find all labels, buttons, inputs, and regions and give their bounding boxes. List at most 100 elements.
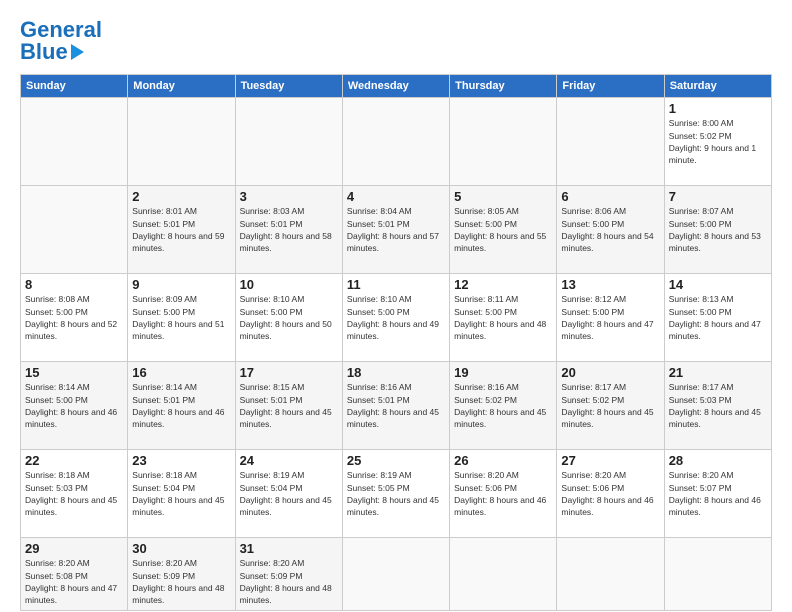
day-number: 22 bbox=[25, 453, 123, 468]
day-number: 31 bbox=[240, 541, 338, 556]
day-number: 30 bbox=[132, 541, 230, 556]
day-number: 9 bbox=[132, 277, 230, 292]
day-number: 27 bbox=[561, 453, 659, 468]
day-header-monday: Monday bbox=[128, 75, 235, 98]
calendar-cell: 26Sunrise: 8:20 AMSunset: 5:06 PMDayligh… bbox=[450, 450, 557, 538]
day-info: Sunrise: 8:13 AMSunset: 5:00 PMDaylight:… bbox=[669, 293, 767, 342]
day-info: Sunrise: 8:20 AMSunset: 5:08 PMDaylight:… bbox=[25, 557, 123, 606]
calendar-cell: 25Sunrise: 8:19 AMSunset: 5:05 PMDayligh… bbox=[342, 450, 449, 538]
day-header-thursday: Thursday bbox=[450, 75, 557, 98]
day-info: Sunrise: 8:10 AMSunset: 5:00 PMDaylight:… bbox=[347, 293, 445, 342]
day-number: 25 bbox=[347, 453, 445, 468]
day-number: 16 bbox=[132, 365, 230, 380]
day-header-tuesday: Tuesday bbox=[235, 75, 342, 98]
logo: General Blue bbox=[20, 18, 102, 64]
day-number: 26 bbox=[454, 453, 552, 468]
calendar-cell: 18Sunrise: 8:16 AMSunset: 5:01 PMDayligh… bbox=[342, 362, 449, 450]
calendar-cell bbox=[450, 538, 557, 610]
calendar-cell: 30Sunrise: 8:20 AMSunset: 5:09 PMDayligh… bbox=[128, 538, 235, 610]
calendar-cell: 21Sunrise: 8:17 AMSunset: 5:03 PMDayligh… bbox=[664, 362, 771, 450]
day-info: Sunrise: 8:12 AMSunset: 5:00 PMDaylight:… bbox=[561, 293, 659, 342]
day-info: Sunrise: 8:00 AMSunset: 5:02 PMDaylight:… bbox=[669, 117, 767, 166]
calendar-cell: 31Sunrise: 8:20 AMSunset: 5:09 PMDayligh… bbox=[235, 538, 342, 610]
day-info: Sunrise: 8:01 AMSunset: 5:01 PMDaylight:… bbox=[132, 205, 230, 254]
calendar-cell: 17Sunrise: 8:15 AMSunset: 5:01 PMDayligh… bbox=[235, 362, 342, 450]
day-header-friday: Friday bbox=[557, 75, 664, 98]
day-info: Sunrise: 8:10 AMSunset: 5:00 PMDaylight:… bbox=[240, 293, 338, 342]
day-header-saturday: Saturday bbox=[664, 75, 771, 98]
day-info: Sunrise: 8:06 AMSunset: 5:00 PMDaylight:… bbox=[561, 205, 659, 254]
calendar-cell bbox=[21, 186, 128, 274]
calendar-cell: 7Sunrise: 8:07 AMSunset: 5:00 PMDaylight… bbox=[664, 186, 771, 274]
page: General Blue SundayMondayTuesdayWednesda… bbox=[0, 0, 792, 612]
day-info: Sunrise: 8:16 AMSunset: 5:02 PMDaylight:… bbox=[454, 381, 552, 430]
day-info: Sunrise: 8:08 AMSunset: 5:00 PMDaylight:… bbox=[25, 293, 123, 342]
calendar-cell: 10Sunrise: 8:10 AMSunset: 5:00 PMDayligh… bbox=[235, 274, 342, 362]
day-info: Sunrise: 8:20 AMSunset: 5:06 PMDaylight:… bbox=[561, 469, 659, 518]
calendar-cell: 19Sunrise: 8:16 AMSunset: 5:02 PMDayligh… bbox=[450, 362, 557, 450]
calendar: SundayMondayTuesdayWednesdayThursdayFrid… bbox=[20, 74, 772, 610]
day-number: 24 bbox=[240, 453, 338, 468]
day-info: Sunrise: 8:03 AMSunset: 5:01 PMDaylight:… bbox=[240, 205, 338, 254]
day-info: Sunrise: 8:05 AMSunset: 5:00 PMDaylight:… bbox=[454, 205, 552, 254]
calendar-cell: 29Sunrise: 8:20 AMSunset: 5:08 PMDayligh… bbox=[21, 538, 128, 610]
day-number: 6 bbox=[561, 189, 659, 204]
calendar-cell: 22Sunrise: 8:18 AMSunset: 5:03 PMDayligh… bbox=[21, 450, 128, 538]
calendar-cell bbox=[235, 98, 342, 186]
day-info: Sunrise: 8:11 AMSunset: 5:00 PMDaylight:… bbox=[454, 293, 552, 342]
calendar-cell: 23Sunrise: 8:18 AMSunset: 5:04 PMDayligh… bbox=[128, 450, 235, 538]
day-info: Sunrise: 8:18 AMSunset: 5:04 PMDaylight:… bbox=[132, 469, 230, 518]
day-info: Sunrise: 8:07 AMSunset: 5:00 PMDaylight:… bbox=[669, 205, 767, 254]
day-number: 5 bbox=[454, 189, 552, 204]
day-number: 13 bbox=[561, 277, 659, 292]
day-number: 21 bbox=[669, 365, 767, 380]
calendar-cell: 14Sunrise: 8:13 AMSunset: 5:00 PMDayligh… bbox=[664, 274, 771, 362]
day-number: 11 bbox=[347, 277, 445, 292]
day-info: Sunrise: 8:20 AMSunset: 5:06 PMDaylight:… bbox=[454, 469, 552, 518]
calendar-cell: 28Sunrise: 8:20 AMSunset: 5:07 PMDayligh… bbox=[664, 450, 771, 538]
calendar-cell: 9Sunrise: 8:09 AMSunset: 5:00 PMDaylight… bbox=[128, 274, 235, 362]
day-number: 4 bbox=[347, 189, 445, 204]
calendar-cell: 1Sunrise: 8:00 AMSunset: 5:02 PMDaylight… bbox=[664, 98, 771, 186]
calendar-cell: 15Sunrise: 8:14 AMSunset: 5:00 PMDayligh… bbox=[21, 362, 128, 450]
day-info: Sunrise: 8:19 AMSunset: 5:05 PMDaylight:… bbox=[347, 469, 445, 518]
day-header-sunday: Sunday bbox=[21, 75, 128, 98]
calendar-cell bbox=[450, 98, 557, 186]
calendar-cell bbox=[21, 98, 128, 186]
day-number: 12 bbox=[454, 277, 552, 292]
day-number: 29 bbox=[25, 541, 123, 556]
calendar-cell: 16Sunrise: 8:14 AMSunset: 5:01 PMDayligh… bbox=[128, 362, 235, 450]
calendar-cell: 11Sunrise: 8:10 AMSunset: 5:00 PMDayligh… bbox=[342, 274, 449, 362]
day-number: 2 bbox=[132, 189, 230, 204]
day-info: Sunrise: 8:14 AMSunset: 5:01 PMDaylight:… bbox=[132, 381, 230, 430]
day-number: 8 bbox=[25, 277, 123, 292]
day-info: Sunrise: 8:17 AMSunset: 5:02 PMDaylight:… bbox=[561, 381, 659, 430]
header: General Blue bbox=[20, 18, 772, 64]
calendar-cell: 24Sunrise: 8:19 AMSunset: 5:04 PMDayligh… bbox=[235, 450, 342, 538]
calendar-cell: 2Sunrise: 8:01 AMSunset: 5:01 PMDaylight… bbox=[128, 186, 235, 274]
day-info: Sunrise: 8:20 AMSunset: 5:09 PMDaylight:… bbox=[132, 557, 230, 606]
calendar-cell: 4Sunrise: 8:04 AMSunset: 5:01 PMDaylight… bbox=[342, 186, 449, 274]
calendar-cell: 8Sunrise: 8:08 AMSunset: 5:00 PMDaylight… bbox=[21, 274, 128, 362]
calendar-cell: 27Sunrise: 8:20 AMSunset: 5:06 PMDayligh… bbox=[557, 450, 664, 538]
day-number: 7 bbox=[669, 189, 767, 204]
day-number: 17 bbox=[240, 365, 338, 380]
day-info: Sunrise: 8:17 AMSunset: 5:03 PMDaylight:… bbox=[669, 381, 767, 430]
calendar-cell bbox=[128, 98, 235, 186]
day-number: 19 bbox=[454, 365, 552, 380]
calendar-cell bbox=[557, 538, 664, 610]
day-number: 14 bbox=[669, 277, 767, 292]
day-number: 3 bbox=[240, 189, 338, 204]
logo-blue-text: Blue bbox=[20, 40, 68, 64]
calendar-cell bbox=[342, 98, 449, 186]
calendar-cell: 20Sunrise: 8:17 AMSunset: 5:02 PMDayligh… bbox=[557, 362, 664, 450]
calendar-cell: 6Sunrise: 8:06 AMSunset: 5:00 PMDaylight… bbox=[557, 186, 664, 274]
day-number: 18 bbox=[347, 365, 445, 380]
day-info: Sunrise: 8:16 AMSunset: 5:01 PMDaylight:… bbox=[347, 381, 445, 430]
day-info: Sunrise: 8:19 AMSunset: 5:04 PMDaylight:… bbox=[240, 469, 338, 518]
day-info: Sunrise: 8:18 AMSunset: 5:03 PMDaylight:… bbox=[25, 469, 123, 518]
calendar-cell: 3Sunrise: 8:03 AMSunset: 5:01 PMDaylight… bbox=[235, 186, 342, 274]
day-number: 28 bbox=[669, 453, 767, 468]
day-number: 10 bbox=[240, 277, 338, 292]
calendar-cell bbox=[664, 538, 771, 610]
